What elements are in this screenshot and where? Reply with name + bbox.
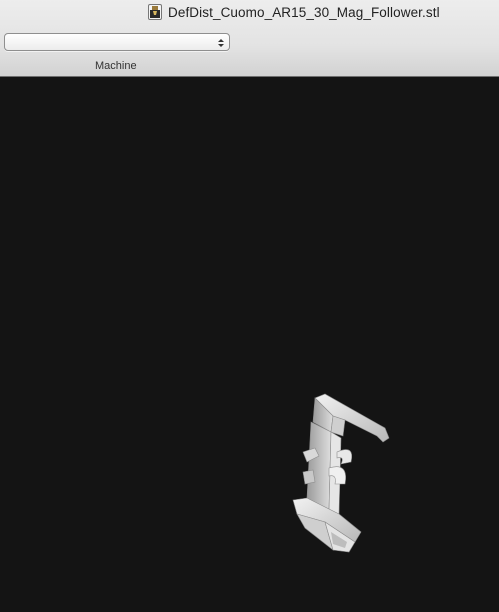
window-title-bar: DefDist_Cuomo_AR15_30_Mag_Follower.stl	[148, 2, 440, 22]
window-title: DefDist_Cuomo_AR15_30_Mag_Follower.stl	[168, 4, 440, 20]
select-arrows-icon	[217, 36, 225, 48]
3d-viewport[interactable]	[0, 77, 499, 612]
stl-document-icon[interactable]	[148, 4, 162, 20]
toolbar: DefDist_Cuomo_AR15_30_Mag_Follower.stl M…	[0, 0, 499, 77]
machine-label: Machine	[95, 60, 137, 72]
machine-select[interactable]	[4, 33, 230, 51]
app-window: DefDist_Cuomo_AR15_30_Mag_Follower.stl M…	[0, 0, 499, 612]
stl-model-render[interactable]	[285, 392, 395, 557]
